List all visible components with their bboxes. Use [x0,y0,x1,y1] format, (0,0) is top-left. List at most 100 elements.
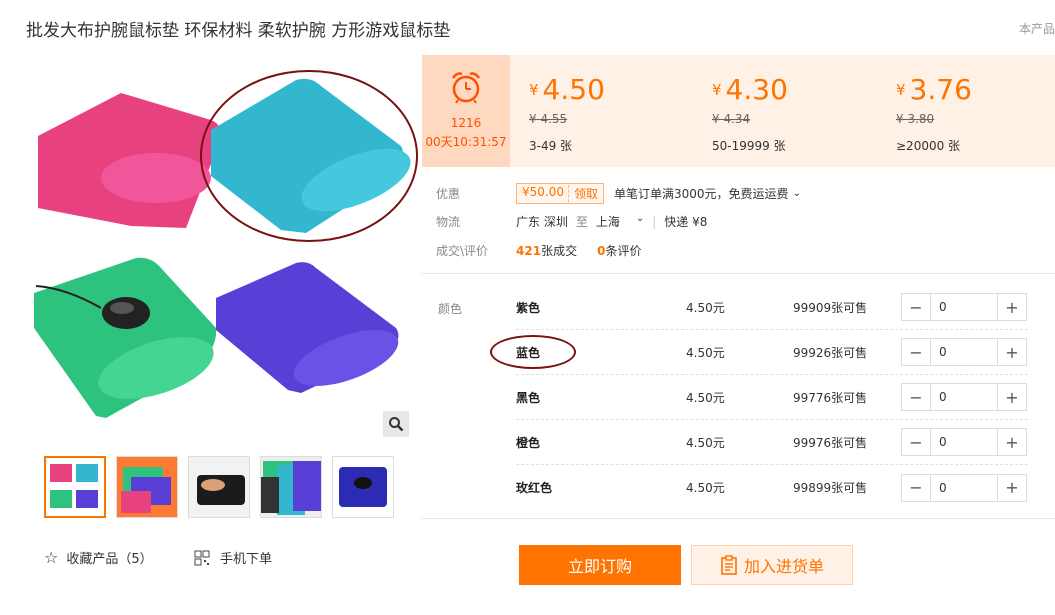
sku-name: 紫色 [516,300,541,315]
decrement-button[interactable]: − [902,429,930,455]
chevron-down-icon[interactable]: ⌄ [793,188,801,199]
mobile-order-link[interactable]: 手机下单 [194,548,272,567]
timer-countdown: 00天10:31:57 [425,135,507,149]
green-pad-image [34,257,217,418]
decrement-button[interactable]: − [902,339,930,365]
deals-row: 成交\评价 421 张成交 0 条评价 [436,242,641,259]
qr-code-icon [194,550,210,565]
tier-quantity-range: ≥20000 张 [896,139,961,153]
promo-row: 优惠 ¥50.00 领取 单笔订单满3000元，免费运运费 ⌄ [436,183,801,204]
sku-stock: 99926张可售 [793,345,868,360]
thumbnail-3[interactable] [188,456,250,518]
thumbnail-2[interactable] [116,456,178,518]
price-band: 1216 00天10:31:57 ¥4.50 ¥ 4.55 3-49 张 ¥4.… [422,55,1055,167]
currency-symbol: ¥ [896,81,906,99]
sku-price: 4.50元 [686,390,725,405]
coupon-badge[interactable]: ¥50.00 领取 [516,183,605,204]
quantity-input[interactable]: 0 [930,429,998,455]
tier-original-price: ¥ 3.80 [896,112,935,126]
decrement-button[interactable]: − [902,474,930,501]
quantity-stepper: − 0 + [901,293,1027,321]
mobile-order-label: 手机下单 [220,552,273,567]
color-label: 颜色 [438,302,463,316]
chevron-down-icon: ⌄ [635,213,645,224]
quantity-input[interactable]: 0 [930,474,998,501]
sku-row: 橙色 4.50元 99976张可售 − 0 + [516,420,1028,465]
tier-quantity-range: 3-49 张 [529,139,573,153]
currency-symbol: ¥ [529,81,539,99]
favorite-label: 收藏产品（5） [66,552,153,567]
ship-origin: 广东 深圳 [516,215,568,229]
tier-price: 4.30 [725,73,788,106]
tier-original-price: ¥ 4.34 [712,112,751,126]
sku-row: 黑色 4.50元 99776张可售 − 0 + [516,375,1028,420]
deal-count-unit: 张成交 [541,244,578,258]
quantity-input[interactable]: 0 [930,294,998,320]
quantity-input[interactable]: 0 [930,384,998,410]
quantity-stepper: − 0 + [901,428,1027,456]
deal-count[interactable]: 421 [516,244,541,258]
sku-row: 蓝色 4.50元 99926张可售 − 0 + [516,330,1028,375]
decrement-button[interactable]: − [902,294,930,320]
quantity-stepper: − 0 + [901,338,1027,366]
thumbnail-strip [44,456,394,518]
sku-name: 橙色 [516,435,541,450]
countdown-timer: 1216 00天10:31:57 [422,55,510,167]
favorite-product-link[interactable]: ☆ 收藏产品（5） [44,548,153,567]
clipboard-icon [721,555,737,575]
logistics-row: 物流 广东 深圳 至 上海 ⌄ | 快递 ¥8 [436,213,707,230]
tier-original-price: ¥ 4.55 [529,112,568,126]
deals-label: 成交\评价 [436,244,489,258]
shipping-fee: 快递 ¥8 [664,215,708,229]
ship-destination-select[interactable]: 上海 ⌄ [596,213,644,230]
purple-pad-image [216,262,399,393]
quantity-stepper: − 0 + [901,473,1027,502]
highlight-ring-blue-sku [490,335,576,369]
divider [422,518,1055,519]
currency-symbol: ¥ [712,81,722,99]
increment-button[interactable]: + [998,474,1026,501]
decrement-button[interactable]: − [902,384,930,410]
promo-text: 单笔订单满3000元，免费运运费 [614,187,789,201]
coupon-amount: ¥50.00 [522,185,564,199]
sku-stock: 99976张可售 [793,435,868,450]
add-to-cart-button[interactable]: 加入进货单 [691,545,853,585]
sku-price: 4.50元 [686,481,725,495]
sku-row: 紫色 4.50元 99909张可售 − 0 + [516,285,1028,330]
divider [422,273,1055,274]
coupon-claim: 领取 [568,185,598,202]
sku-stock: 99909张可售 [793,300,868,315]
thumbnail-1[interactable] [44,456,106,518]
alarm-clock-icon [451,72,481,104]
increment-button[interactable]: + [998,429,1026,455]
destination-label: 上海 [595,215,620,229]
review-count[interactable]: 0 [597,244,605,258]
price-tier-3: ¥3.76 ¥ 3.80 ≥20000 张 [896,73,972,154]
price-tier-2: ¥4.30 ¥ 4.34 50-19999 张 [712,73,788,154]
increment-button[interactable]: + [998,339,1026,365]
zoom-button[interactable] [383,411,409,437]
sku-price: 4.50元 [686,345,725,360]
review-count-unit: 条评价 [605,244,642,258]
timer-count: 1216 [450,116,482,130]
sku-stock: 99899张可售 [793,481,868,495]
ship-to-word: 至 [575,215,588,229]
increment-button[interactable]: + [998,384,1026,410]
search-icon [389,417,404,432]
corner-label: 本产品 [1018,22,1055,36]
price-tier-1: ¥4.50 ¥ 4.55 3-49 张 [529,73,605,154]
tier-quantity-range: 50-19999 张 [712,139,786,153]
product-title: 批发大布护腕鼠标垫 环保材料 柔软护腕 方形游戏鼠标垫 [26,21,451,41]
sku-name: 黑色 [516,390,541,405]
sku-stock: 99776张可售 [793,390,868,405]
promo-label: 优惠 [436,187,461,201]
increment-button[interactable]: + [998,294,1026,320]
sku-price: 4.50元 [686,300,725,315]
thumbnail-5[interactable] [332,456,394,518]
thumbnail-4[interactable] [260,456,322,518]
buy-now-button[interactable]: 立即订购 [519,545,681,585]
ship-divider: | [652,214,657,229]
quantity-input[interactable]: 0 [930,339,998,365]
logistics-label: 物流 [436,215,461,229]
pink-pad-image [38,93,221,228]
